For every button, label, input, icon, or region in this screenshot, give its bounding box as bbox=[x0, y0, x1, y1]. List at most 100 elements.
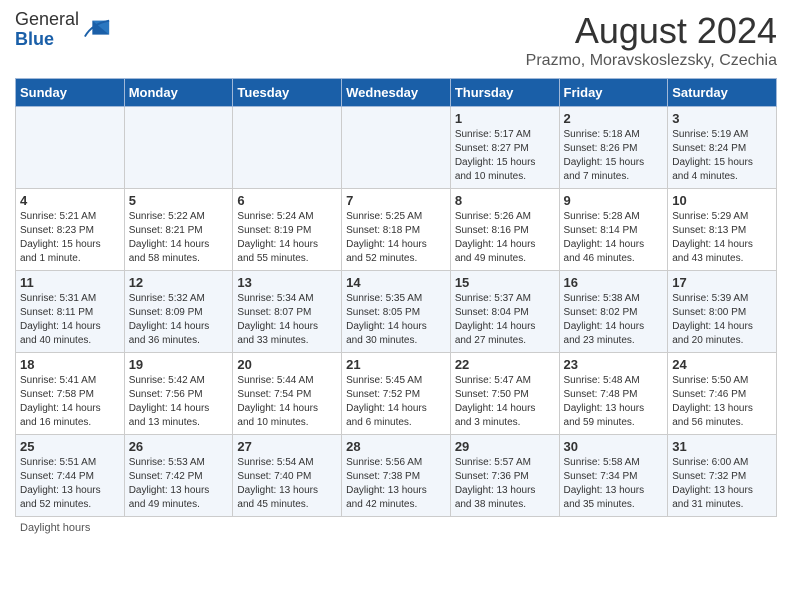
logo-blue: Blue bbox=[15, 29, 54, 49]
calendar-day: 17 Sunrise: 5:39 AM Sunset: 8:00 PM Dayli… bbox=[668, 271, 777, 353]
calendar-day: 9 Sunrise: 5:28 AM Sunset: 8:14 PM Daylig… bbox=[559, 189, 668, 271]
day-number: 16 bbox=[564, 275, 664, 290]
calendar-day: 12 Sunrise: 5:32 AM Sunset: 8:09 PM Dayli… bbox=[124, 271, 233, 353]
day-number: 20 bbox=[237, 357, 337, 372]
footer: Daylight hours bbox=[15, 522, 777, 534]
calendar-day: 22 Sunrise: 5:47 AM Sunset: 7:50 PM Dayli… bbox=[450, 353, 559, 435]
column-header-saturday: Saturday bbox=[668, 79, 777, 107]
calendar-day: 4Sunrise: 5:21 AM Sunset: 8:23 PM Daylig… bbox=[16, 189, 125, 271]
day-info: Sunrise: 5:31 AM Sunset: 8:11 PM Dayligh… bbox=[20, 292, 120, 348]
main-title: August 2024 bbox=[526, 10, 777, 52]
day-number: 2 bbox=[564, 111, 664, 126]
day-info: Sunrise: 5:39 AM Sunset: 8:00 PM Dayligh… bbox=[672, 292, 772, 348]
day-info: Sunrise: 5:45 AM Sunset: 7:52 PM Dayligh… bbox=[346, 374, 446, 430]
calendar-header: SundayMondayTuesdayWednesdayThursdayFrid… bbox=[16, 79, 777, 107]
day-number: 19 bbox=[129, 357, 229, 372]
logo: General Blue bbox=[15, 10, 111, 50]
calendar-day bbox=[124, 107, 233, 189]
day-info: Sunrise: 6:00 AM Sunset: 7:32 PM Dayligh… bbox=[672, 456, 772, 512]
day-info: Sunrise: 5:42 AM Sunset: 7:56 PM Dayligh… bbox=[129, 374, 229, 430]
day-info: Sunrise: 5:29 AM Sunset: 8:13 PM Dayligh… bbox=[672, 210, 772, 266]
logo-general: General bbox=[15, 9, 79, 29]
day-info: Sunrise: 5:28 AM Sunset: 8:14 PM Dayligh… bbox=[564, 210, 664, 266]
day-info: Sunrise: 5:50 AM Sunset: 7:46 PM Dayligh… bbox=[672, 374, 772, 430]
day-info: Sunrise: 5:17 AM Sunset: 8:27 PM Dayligh… bbox=[455, 128, 555, 184]
day-info: Sunrise: 5:35 AM Sunset: 8:05 PM Dayligh… bbox=[346, 292, 446, 348]
logo-icon bbox=[83, 16, 111, 44]
day-info: Sunrise: 5:44 AM Sunset: 7:54 PM Dayligh… bbox=[237, 374, 337, 430]
calendar-day: 27 Sunrise: 5:54 AM Sunset: 7:40 PM Dayli… bbox=[233, 435, 342, 517]
calendar-day: 21 Sunrise: 5:45 AM Sunset: 7:52 PM Dayli… bbox=[342, 353, 451, 435]
day-info: Sunrise: 5:54 AM Sunset: 7:40 PM Dayligh… bbox=[237, 456, 337, 512]
day-number: 26 bbox=[129, 439, 229, 454]
day-number: 29 bbox=[455, 439, 555, 454]
calendar-week-4: 18Sunrise: 5:41 AM Sunset: 7:58 PM Dayli… bbox=[16, 353, 777, 435]
calendar-day: 14 Sunrise: 5:35 AM Sunset: 8:05 PM Dayli… bbox=[342, 271, 451, 353]
calendar-week-5: 25Sunrise: 5:51 AM Sunset: 7:44 PM Dayli… bbox=[16, 435, 777, 517]
day-number: 8 bbox=[455, 193, 555, 208]
day-number: 28 bbox=[346, 439, 446, 454]
day-info: Sunrise: 5:21 AM Sunset: 8:23 PM Dayligh… bbox=[20, 210, 120, 266]
day-number: 21 bbox=[346, 357, 446, 372]
calendar-day: 3 Sunrise: 5:19 AM Sunset: 8:24 PM Daylig… bbox=[668, 107, 777, 189]
day-number: 15 bbox=[455, 275, 555, 290]
day-number: 3 bbox=[672, 111, 772, 126]
day-info: Sunrise: 5:32 AM Sunset: 8:09 PM Dayligh… bbox=[129, 292, 229, 348]
day-number: 9 bbox=[564, 193, 664, 208]
subtitle: Prazmo, Moravskoslezsky, Czechia bbox=[526, 52, 777, 70]
day-number: 7 bbox=[346, 193, 446, 208]
day-number: 22 bbox=[455, 357, 555, 372]
day-number: 12 bbox=[129, 275, 229, 290]
day-number: 18 bbox=[20, 357, 120, 372]
day-info: Sunrise: 5:22 AM Sunset: 8:21 PM Dayligh… bbox=[129, 210, 229, 266]
calendar-day bbox=[342, 107, 451, 189]
day-number: 30 bbox=[564, 439, 664, 454]
calendar-day: 11Sunrise: 5:31 AM Sunset: 8:11 PM Dayli… bbox=[16, 271, 125, 353]
calendar-day bbox=[233, 107, 342, 189]
column-header-monday: Monday bbox=[124, 79, 233, 107]
day-number: 1 bbox=[455, 111, 555, 126]
calendar-day: 8 Sunrise: 5:26 AM Sunset: 8:16 PM Daylig… bbox=[450, 189, 559, 271]
day-info: Sunrise: 5:48 AM Sunset: 7:48 PM Dayligh… bbox=[564, 374, 664, 430]
calendar-day: 13 Sunrise: 5:34 AM Sunset: 8:07 PM Dayli… bbox=[233, 271, 342, 353]
calendar-day bbox=[16, 107, 125, 189]
day-number: 31 bbox=[672, 439, 772, 454]
calendar-day: 19 Sunrise: 5:42 AM Sunset: 7:56 PM Dayli… bbox=[124, 353, 233, 435]
calendar-day: 28 Sunrise: 5:56 AM Sunset: 7:38 PM Dayli… bbox=[342, 435, 451, 517]
day-info: Sunrise: 5:58 AM Sunset: 7:34 PM Dayligh… bbox=[564, 456, 664, 512]
calendar-table: SundayMondayTuesdayWednesdayThursdayFrid… bbox=[15, 78, 777, 517]
calendar-day: 23 Sunrise: 5:48 AM Sunset: 7:48 PM Dayli… bbox=[559, 353, 668, 435]
day-info: Sunrise: 5:56 AM Sunset: 7:38 PM Dayligh… bbox=[346, 456, 446, 512]
calendar-day: 10 Sunrise: 5:29 AM Sunset: 8:13 PM Dayli… bbox=[668, 189, 777, 271]
day-info: Sunrise: 5:53 AM Sunset: 7:42 PM Dayligh… bbox=[129, 456, 229, 512]
day-info: Sunrise: 5:38 AM Sunset: 8:02 PM Dayligh… bbox=[564, 292, 664, 348]
day-number: 24 bbox=[672, 357, 772, 372]
calendar-day: 1 Sunrise: 5:17 AM Sunset: 8:27 PM Daylig… bbox=[450, 107, 559, 189]
column-header-tuesday: Tuesday bbox=[233, 79, 342, 107]
calendar-day: 31 Sunrise: 6:00 AM Sunset: 7:32 PM Dayli… bbox=[668, 435, 777, 517]
calendar-body: 1 Sunrise: 5:17 AM Sunset: 8:27 PM Daylig… bbox=[16, 107, 777, 517]
page-header: General Blue August 2024 Prazmo, Moravsk… bbox=[15, 10, 777, 70]
calendar-day: 2 Sunrise: 5:18 AM Sunset: 8:26 PM Daylig… bbox=[559, 107, 668, 189]
calendar-day: 6Sunrise: 5:24 AM Sunset: 8:19 PM Daylig… bbox=[233, 189, 342, 271]
calendar-day: 25Sunrise: 5:51 AM Sunset: 7:44 PM Dayli… bbox=[16, 435, 125, 517]
day-number: 23 bbox=[564, 357, 664, 372]
day-number: 14 bbox=[346, 275, 446, 290]
day-info: Sunrise: 5:26 AM Sunset: 8:16 PM Dayligh… bbox=[455, 210, 555, 266]
day-info: Sunrise: 5:34 AM Sunset: 8:07 PM Dayligh… bbox=[237, 292, 337, 348]
day-info: Sunrise: 5:47 AM Sunset: 7:50 PM Dayligh… bbox=[455, 374, 555, 430]
day-info: Sunrise: 5:25 AM Sunset: 8:18 PM Dayligh… bbox=[346, 210, 446, 266]
day-number: 27 bbox=[237, 439, 337, 454]
day-number: 17 bbox=[672, 275, 772, 290]
column-header-sunday: Sunday bbox=[16, 79, 125, 107]
day-number: 10 bbox=[672, 193, 772, 208]
calendar-day: 16 Sunrise: 5:38 AM Sunset: 8:02 PM Dayli… bbox=[559, 271, 668, 353]
column-header-friday: Friday bbox=[559, 79, 668, 107]
calendar-day: 26 Sunrise: 5:53 AM Sunset: 7:42 PM Dayli… bbox=[124, 435, 233, 517]
column-header-thursday: Thursday bbox=[450, 79, 559, 107]
calendar-day: 18Sunrise: 5:41 AM Sunset: 7:58 PM Dayli… bbox=[16, 353, 125, 435]
day-info: Sunrise: 5:18 AM Sunset: 8:26 PM Dayligh… bbox=[564, 128, 664, 184]
day-info: Sunrise: 5:19 AM Sunset: 8:24 PM Dayligh… bbox=[672, 128, 772, 184]
day-number: 13 bbox=[237, 275, 337, 290]
calendar-week-2: 4Sunrise: 5:21 AM Sunset: 8:23 PM Daylig… bbox=[16, 189, 777, 271]
